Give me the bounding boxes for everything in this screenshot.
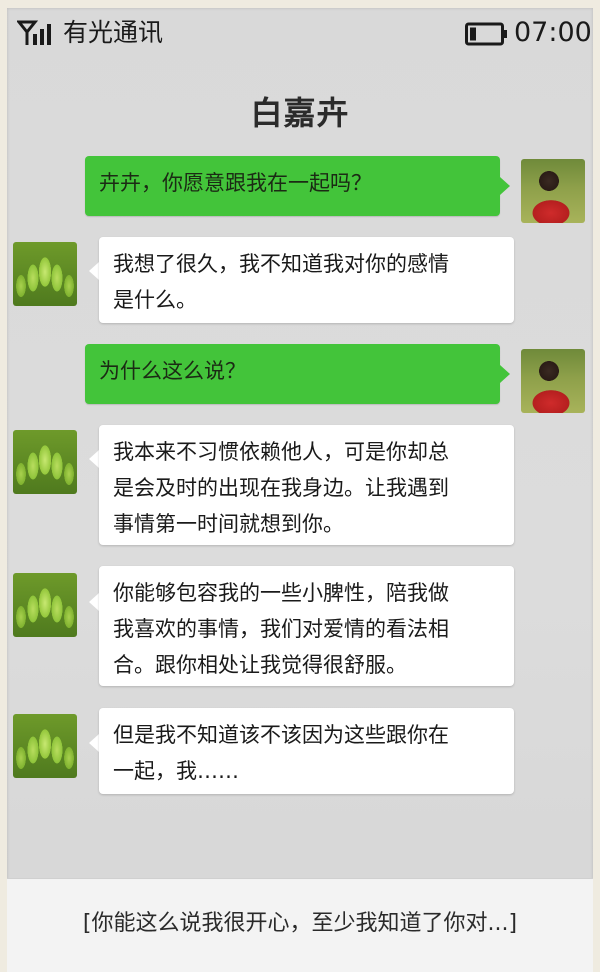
message-line: 我本来不习惯依赖他人，可是你却总 bbox=[113, 440, 449, 464]
bubble-tail bbox=[89, 450, 99, 468]
message-line: 是会及时的出现在我身边。让我遇到 bbox=[113, 476, 449, 500]
reply-bar[interactable]: [你能这么说我很开心，至少我知道了你对...] bbox=[7, 878, 593, 972]
message-line: 我喜欢的事情，我们对爱情的看法相 bbox=[113, 617, 449, 641]
battery-icon bbox=[465, 22, 507, 46]
status-time: 07:00 bbox=[514, 17, 592, 48]
message-line: 合。跟你相处让我觉得很舒服。 bbox=[113, 653, 407, 677]
message-bubble[interactable]: 卉卉，你愿意跟我在一起吗？ bbox=[85, 156, 500, 216]
signal-icon bbox=[17, 20, 51, 45]
message-line: 但是我不知道该不该因为这些跟你在 bbox=[113, 723, 449, 747]
message-bubble[interactable]: 我想了很久，我不知道我对你的感情 是什么。 bbox=[99, 237, 514, 323]
bubble-tail bbox=[89, 593, 99, 611]
message-text: 为什么这么说？ bbox=[99, 359, 246, 383]
bubble-tail bbox=[500, 365, 510, 383]
carrier-name: 有光通讯 bbox=[63, 18, 164, 47]
message-bubble[interactable]: 我本来不习惯依赖他人，可是你却总 是会及时的出现在我身边。让我遇到 事情第一时间… bbox=[99, 425, 514, 545]
message-line: 事情第一时间就想到你。 bbox=[113, 512, 344, 536]
avatar-self[interactable] bbox=[521, 349, 585, 413]
avatar-contact[interactable] bbox=[13, 430, 77, 494]
status-bar: 有光通讯 07:00 bbox=[7, 8, 593, 60]
avatar-contact[interactable] bbox=[13, 242, 77, 306]
bubble-tail bbox=[89, 734, 99, 752]
reply-option[interactable]: [你能这么说我很开心，至少我知道了你对...] bbox=[7, 905, 593, 937]
chat-screen: 有光通讯 07:00 白嘉卉 卉卉，你愿意跟我在一起吗？ 我想了很久，我不知道我… bbox=[7, 8, 593, 972]
message-bubble[interactable]: 但是我不知道该不该因为这些跟你在 一起，我…… bbox=[99, 708, 514, 794]
message-line: 我想了很久，我不知道我对你的感情 bbox=[113, 252, 449, 276]
message-bubble[interactable]: 你能够包容我的一些小脾性，陪我做 我喜欢的事情，我们对爱情的看法相 合。跟你相处… bbox=[99, 566, 514, 686]
message-line: 一起，我…… bbox=[113, 759, 239, 783]
bubble-tail bbox=[89, 262, 99, 280]
message-line: 你能够包容我的一些小脾性，陪我做 bbox=[113, 581, 449, 605]
message-text: 卉卉，你愿意跟我在一起吗？ bbox=[99, 171, 372, 195]
avatar-self[interactable] bbox=[521, 159, 585, 223]
message-bubble[interactable]: 为什么这么说？ bbox=[85, 344, 500, 404]
avatar-contact[interactable] bbox=[13, 714, 77, 778]
page-title: 白嘉卉 bbox=[250, 94, 350, 132]
message-line: 是什么。 bbox=[113, 288, 197, 312]
avatar-contact[interactable] bbox=[13, 573, 77, 637]
bubble-tail bbox=[500, 177, 510, 195]
